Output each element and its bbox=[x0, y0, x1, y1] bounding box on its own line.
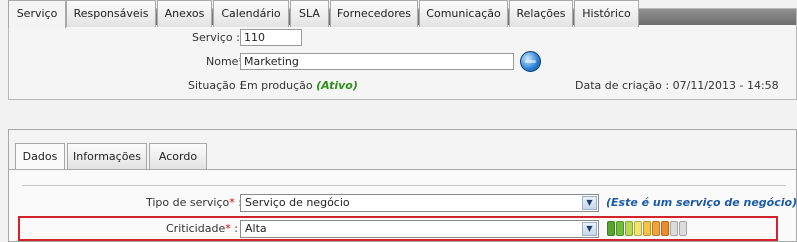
criticality-segment-filled bbox=[625, 221, 633, 236]
criticality-meter bbox=[607, 221, 697, 237]
tab-servico[interactable]: Serviço bbox=[8, 0, 66, 28]
status-label: Situação : bbox=[188, 79, 243, 92]
criticality-label: Criticidade* : bbox=[166, 222, 238, 235]
chevron-down-icon[interactable]: ▼ bbox=[582, 196, 597, 210]
tab-responsaveis[interactable]: Responsáveis bbox=[66, 0, 156, 27]
created-date: Data de criação : 07/11/2013 - 14:58 bbox=[575, 79, 779, 92]
criticality-segment-filled bbox=[643, 221, 651, 236]
criticality-segment-filled bbox=[652, 221, 660, 236]
criticality-segment-empty bbox=[670, 221, 678, 236]
service-type-label: Tipo de serviço* : bbox=[146, 196, 242, 209]
tab-anexos[interactable]: Anexos bbox=[157, 0, 212, 27]
subtab-informacoes[interactable]: Informações bbox=[67, 143, 147, 169]
name-field[interactable]: Marketing bbox=[240, 53, 514, 70]
service-type-info: (Este é um serviço de negócio) bbox=[606, 196, 797, 209]
criticality-segment-empty bbox=[661, 221, 669, 236]
status-active-badge: (Ativo) bbox=[316, 79, 358, 92]
globe-icon[interactable] bbox=[520, 51, 541, 72]
service-type-value: Serviço de negócio bbox=[245, 196, 350, 209]
tab-relacoes[interactable]: Relações bbox=[509, 0, 573, 27]
tab-historico[interactable]: Histórico bbox=[574, 0, 639, 27]
subtab-dados[interactable]: Dados bbox=[15, 143, 65, 170]
section-divider bbox=[22, 185, 786, 186]
criticality-segment-filled bbox=[634, 221, 642, 236]
tab-calendario[interactable]: Calendário bbox=[213, 0, 289, 27]
status-value: Em produção (Ativo) bbox=[240, 79, 358, 92]
service-label: Serviço : bbox=[192, 31, 240, 44]
criticality-value: Alta bbox=[245, 222, 267, 235]
criticality-segment-empty bbox=[679, 221, 687, 236]
service-id-field[interactable]: 110 bbox=[240, 29, 302, 46]
tab-fornecedores[interactable]: Fornecedores bbox=[330, 0, 418, 27]
service-type-select[interactable]: Serviço de negócio ▼ bbox=[240, 194, 599, 212]
tab-comunicacao[interactable]: Comunicação bbox=[419, 0, 508, 27]
chevron-down-icon[interactable]: ▼ bbox=[582, 222, 597, 236]
criticality-select[interactable]: Alta ▼ bbox=[240, 220, 599, 238]
subtab-acordo[interactable]: Acordo bbox=[149, 143, 207, 169]
criticality-segment-filled bbox=[616, 221, 624, 236]
criticality-segment-filled bbox=[607, 221, 615, 236]
tab-sla[interactable]: SLA bbox=[290, 0, 329, 27]
